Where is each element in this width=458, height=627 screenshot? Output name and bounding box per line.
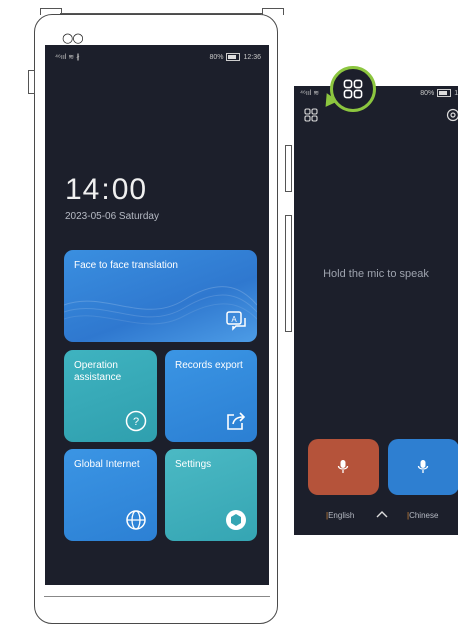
camera-icon[interactable]: [446, 108, 458, 122]
chevron-up-icon[interactable]: [375, 509, 389, 519]
tile-label: Face to face translation: [74, 260, 178, 271]
globe-icon: [126, 510, 146, 530]
translation-screen: ⁴⁶ııl ≋ 80% 12 Hold the mic to speak |En…: [294, 86, 458, 535]
home-clock: 14:00: [65, 173, 147, 207]
battery-percent: 80%: [209, 53, 224, 61]
settings-hexagon-icon: [226, 510, 246, 530]
chinese-mic-button[interactable]: [388, 439, 458, 495]
chinese-language-selector[interactable]: |Chinese: [407, 511, 438, 520]
device-bottom-edge: [44, 596, 270, 597]
records-export-tile[interactable]: Records export: [165, 350, 257, 442]
settings-tile[interactable]: Settings: [165, 449, 257, 541]
clock-separator: :: [101, 173, 111, 206]
home-date: 2023-05-06 Saturday: [65, 211, 159, 222]
clock-hours: 14: [65, 173, 101, 206]
apps-grid-callout: [330, 66, 376, 112]
translate-icon: A: [226, 311, 246, 331]
microphone-icon: [417, 460, 429, 473]
share-export-icon: [227, 412, 246, 430]
svg-text:A: A: [231, 315, 237, 324]
operation-assistance-tile[interactable]: Operation assistance ?: [64, 350, 157, 442]
english-language-selector[interactable]: |English: [326, 511, 354, 520]
device-left-button: [28, 70, 35, 94]
svg-text:?: ?: [133, 416, 139, 428]
global-internet-tile[interactable]: Global Internet: [64, 449, 157, 541]
front-camera-icon: ○○: [62, 31, 84, 46]
help-icon: ?: [125, 410, 147, 432]
panel-signal-icons: ⁴⁶ııl ≋: [300, 90, 320, 97]
battery-icon: [226, 53, 241, 61]
tile-label: Operation assistance: [74, 360, 122, 383]
clock-minutes: 00: [111, 173, 148, 206]
tile-label: Global Internet: [74, 459, 140, 470]
apps-grid-icon[interactable]: [304, 108, 318, 122]
english-mic-button[interactable]: [308, 439, 379, 495]
tile-label: Records export: [175, 360, 243, 371]
panel-status-time: 12: [454, 89, 458, 97]
microphone-icon: [337, 460, 349, 473]
status-time: 12:36: [243, 53, 261, 61]
panel-status-right: 80% 12: [420, 89, 458, 97]
lang-label: English: [328, 511, 355, 520]
panel-battery-icon: [437, 89, 452, 97]
status-bar: ⁴⁶ııl ≋ ∦ 80% 12:36: [45, 53, 269, 65]
device-side-rail: [285, 215, 292, 332]
home-screen: ⁴⁶ııl ≋ ∦ 80% 12:36 14:00 2023-05-06 Sat…: [45, 45, 269, 585]
signal-wifi-bluetooth-icons: ⁴⁶ııl ≋ ∦: [55, 54, 80, 61]
panel-battery-percent: 80%: [420, 89, 435, 97]
device-volume-button: [285, 145, 292, 192]
lang-label: Chinese: [409, 511, 439, 520]
status-right: 80% 12:36: [209, 53, 261, 61]
tile-label: Settings: [175, 459, 212, 470]
face-to-face-translation-tile[interactable]: Face to face translation A: [64, 250, 257, 342]
panel-status-bar: ⁴⁶ııl ≋ 80% 12: [294, 89, 458, 101]
apps-grid-icon-magnified: [343, 79, 363, 99]
hold-mic-prompt: Hold the mic to speak: [323, 268, 429, 280]
